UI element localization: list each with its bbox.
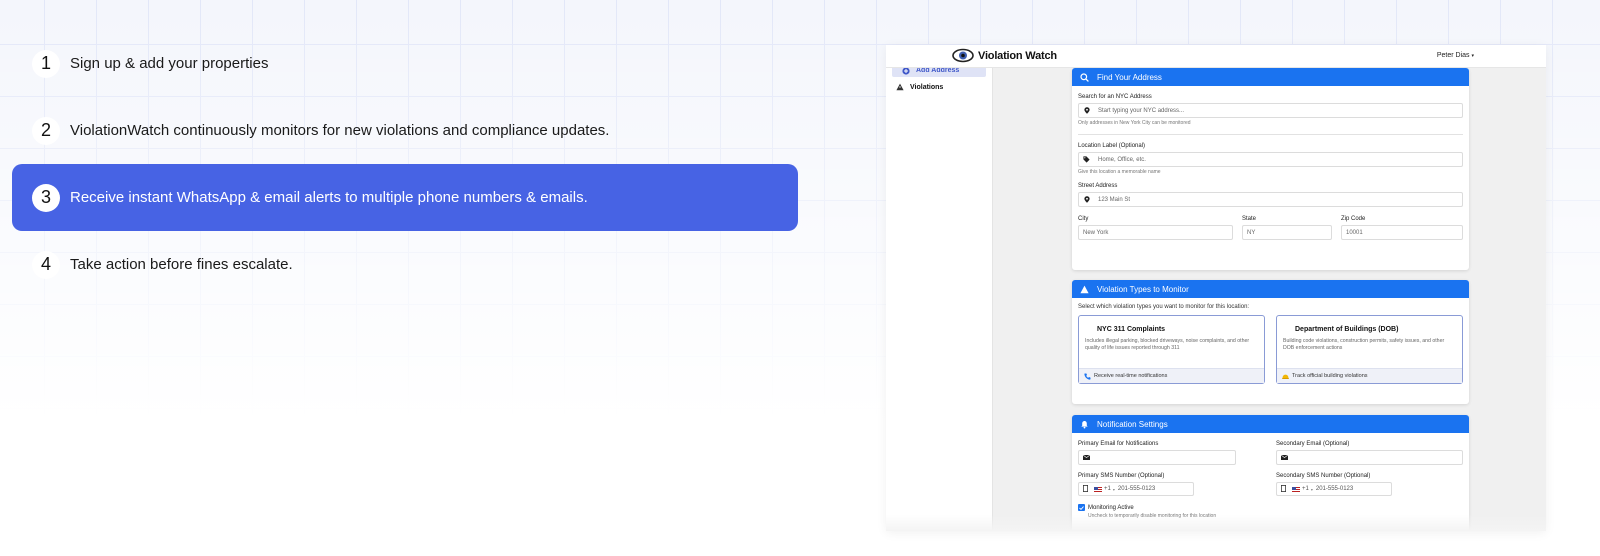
violation-type-text: Building code violations, construction p… [1283,338,1445,351]
card-header: Violation Types to Monitor [1072,280,1469,298]
notification-settings-card: Notification Settings Primary Email for … [1072,415,1469,531]
input-placeholder: 201-555-0123 [1315,486,1354,492]
mobile-icon [1082,484,1089,494]
hardhat-icon [1282,373,1289,380]
sidebar: Add Address Violations [886,64,993,531]
divider [1078,134,1463,135]
step-4[interactable]: 4 Take action before fines escalate. [12,231,798,298]
step-number: 4 [32,250,60,279]
field-label: Search for an NYC Address [1078,94,1152,100]
checkmark-icon [1078,504,1085,511]
state-input[interactable]: NY [1242,225,1332,240]
field-label: State [1242,216,1257,222]
user-name: Peter Dias [1436,52,1470,59]
card-title: Find Your Address [1097,72,1162,82]
field-label: Location Label (Optional) [1078,143,1146,149]
step-number: 3 [32,183,60,212]
field-label: City [1078,216,1089,222]
field-hint: Give this location a memorable name [1078,169,1161,175]
card-header: Find Your Address [1072,68,1469,86]
step-2[interactable]: 2 ViolationWatch continuously monitors f… [12,97,798,164]
card-header: Notification Settings [1072,415,1469,433]
secondary-email-input[interactable] [1276,450,1463,465]
card-title: Notification Settings [1097,419,1168,429]
search-icon [1080,72,1089,82]
address-search-input[interactable]: Start typing your NYC address... [1078,103,1463,118]
zip-code-input[interactable]: 10001 [1341,225,1463,240]
violation-type-text: Includes illegal parking, blocked drivew… [1085,338,1250,351]
primary-sms-input[interactable]: +1 ▾ 201-555-0123 [1078,482,1194,496]
step-text: Sign up & add your properties [70,55,269,72]
bell-icon [1080,420,1089,429]
chevron-down-icon: ▾ [1471,53,1474,59]
violation-type-dob[interactable]: Department of Buildings (DOB) Building c… [1276,315,1463,384]
tag-icon [1083,156,1090,163]
main-content: Find Your Address Search for an NYC Addr… [993,68,1546,531]
field-label: Primary SMS Number (Optional) [1078,473,1165,479]
field-label: Secondary Email (Optional) [1276,441,1350,447]
card-title: Violation Types to Monitor [1097,284,1189,294]
chevron-down-icon: ▾ [1112,486,1115,492]
envelope-icon [1083,454,1090,461]
map-pin-icon [1083,107,1090,114]
input-placeholder: NY [1247,229,1256,236]
step-text: Take action before fines escalate. [70,256,293,273]
violation-types-card: Violation Types to Monitor Select which … [1072,280,1469,404]
footer-text: Track official building violations [1292,373,1368,379]
step-text: Receive instant WhatsApp & email alerts … [70,189,588,206]
section-description: Select which violation types you want to… [1078,304,1250,310]
sidebar-item-label: Add Address [916,67,960,74]
street-address-input[interactable]: 123 Main St [1078,192,1463,207]
brand-name: Violation Watch [978,49,1057,62]
phone-icon [1084,373,1091,380]
violation-type-title: NYC 311 Complaints [1097,326,1166,333]
input-placeholder: 10001 [1346,229,1363,236]
location-label-input[interactable]: Home, Office, etc. [1078,152,1463,167]
warning-icon [896,83,904,91]
field-label: Street Address [1078,183,1118,189]
footer-text: Receive real-time notifications [1094,373,1168,379]
input-placeholder: Home, Office, etc. [1098,156,1146,163]
violation-type-title: Department of Buildings (DOB) [1295,326,1399,333]
country-code: +1 [1104,486,1111,492]
us-flag-icon [1094,486,1102,492]
brand[interactable]: Violation Watch [952,48,1057,63]
field-label: Zip Code [1341,216,1366,222]
step-1[interactable]: 1 Sign up & add your properties [12,30,798,97]
input-placeholder: 201-555-0123 [1117,486,1156,492]
find-address-card: Find Your Address Search for an NYC Addr… [1072,68,1469,270]
checkbox-label: Monitoring Active [1088,504,1134,511]
warning-icon [1080,285,1089,294]
primary-email-input[interactable] [1078,450,1236,465]
app-screenshot: Violation Watch Peter Dias ▾ Add Address… [886,45,1546,531]
step-number: 2 [32,116,60,145]
mobile-icon [1280,484,1287,494]
field-hint: Only addresses in New York City can be m… [1078,120,1191,126]
us-flag-icon [1292,486,1300,492]
field-label: Secondary SMS Number (Optional) [1276,473,1371,479]
sidebar-item-violations[interactable]: Violations [886,80,992,94]
eye-logo-icon [952,48,974,63]
step-number: 1 [32,49,60,78]
map-pin-icon [1083,196,1090,203]
monitoring-active-checkbox[interactable]: Monitoring Active [1078,504,1463,511]
bottom-fade [886,515,1546,531]
sidebar-item-label: Violations [910,83,944,91]
secondary-sms-input[interactable]: +1 ▾ 201-555-0123 [1276,482,1392,496]
user-menu[interactable]: Peter Dias ▾ [1437,52,1474,59]
step-3[interactable]: 3 Receive instant WhatsApp & email alert… [12,164,798,231]
input-placeholder: New York [1083,229,1109,236]
field-label: Primary Email for Notifications [1078,441,1159,447]
violation-type-311[interactable]: NYC 311 Complaints Includes illegal park… [1078,315,1265,384]
step-text: ViolationWatch continuously monitors for… [70,122,610,139]
violation-type-footer: Receive real-time notifications [1079,368,1264,383]
app-header: Violation Watch Peter Dias ▾ [886,45,1546,68]
chevron-down-icon: ▾ [1310,486,1313,492]
city-input[interactable]: New York [1078,225,1233,240]
input-placeholder: 123 Main St [1098,196,1131,203]
envelope-icon [1281,454,1288,461]
violation-type-footer: Track official building violations [1277,368,1462,383]
country-code: +1 [1302,486,1309,492]
input-placeholder: Start typing your NYC address... [1098,107,1185,114]
